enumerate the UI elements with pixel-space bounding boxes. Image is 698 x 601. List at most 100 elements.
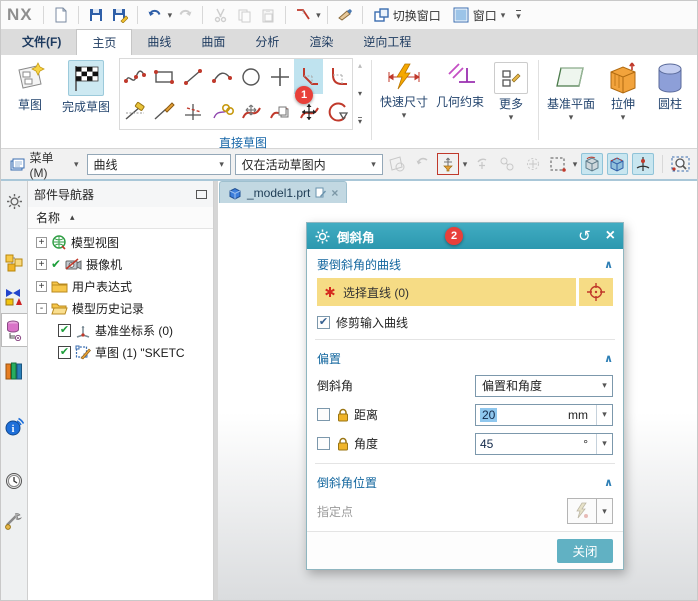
make-corner-tool[interactable] [207, 94, 236, 129]
new-file-button[interactable] [50, 4, 72, 26]
cut-button[interactable] [209, 4, 231, 26]
select-line-field[interactable]: 选择直线 (0) [317, 278, 576, 306]
trim-input-checkbox[interactable]: ✔ [317, 315, 330, 329]
graphics-canvas[interactable]: _model1.prt × 倒斜角 2 ↺ × 要倒斜角的曲线 ∧ 选择直线 (… [218, 181, 697, 600]
tab-file[interactable]: 文件(F) [7, 30, 76, 55]
tree-item-datum-csys[interactable]: ✔ 基准坐标系 (0) [28, 319, 213, 341]
dialog-close-icon-button[interactable]: × [606, 228, 615, 244]
tab-render[interactable]: 渲染 [294, 30, 348, 55]
tree-item-user-expressions[interactable]: + 用户表达式 [28, 275, 213, 297]
quick-trim-tool[interactable] [178, 94, 207, 129]
angle-checkbox[interactable] [317, 437, 330, 450]
chamfer-mode-select[interactable]: 偏置和角度 ▾ [475, 374, 613, 397]
save-as-button[interactable] [109, 4, 131, 26]
rectangle-tool[interactable] [149, 59, 178, 94]
switch-window-button[interactable]: 切换窗口 [369, 4, 446, 26]
tree-item-sketch[interactable]: ✔ 草图 (1) "SKETC [28, 341, 213, 363]
chamfer-quick-dropdown[interactable]: ▾ [316, 10, 321, 20]
gallery-expand-icon[interactable]: ▾ [357, 117, 362, 126]
move-curve-tool[interactable] [236, 94, 265, 129]
datum-plane-button[interactable]: 基准平面 ▾ [543, 58, 599, 122]
selection-filter-button[interactable] [437, 153, 459, 175]
selection-filter-dropdown[interactable]: ▾ [463, 159, 468, 169]
sketch-button[interactable]: 草图 [5, 58, 55, 113]
geometric-constraints-button[interactable]: 几何约束 [432, 58, 488, 110]
part-navigator-button[interactable] [1, 313, 27, 347]
distance-input[interactable]: 20 mm ▾ [475, 403, 613, 426]
profile-tool[interactable] [120, 59, 149, 94]
gallery-scroll[interactable]: ▴ ▾ ▾ [353, 58, 367, 130]
quick-dimension-dropdown[interactable]: ▾ [402, 111, 407, 120]
finish-sketch-button[interactable]: 完成草图 [55, 58, 117, 115]
snap-point-button[interactable] [497, 153, 518, 175]
more-dropdown[interactable]: ▾ [509, 113, 514, 122]
expand-icon[interactable]: + [36, 236, 47, 248]
section-chamfer-position[interactable]: 倒斜角位置 ∧ [317, 469, 613, 495]
shaded-view-button[interactable] [581, 153, 603, 175]
undo-button[interactable] [144, 4, 166, 26]
fillet-tool[interactable] [323, 59, 352, 94]
more-button[interactable]: 更多 ▾ [488, 58, 534, 122]
enable-snap-button[interactable] [522, 153, 543, 175]
collapse-chevron-icon[interactable]: ∧ [604, 352, 613, 365]
extend-tool[interactable] [149, 94, 178, 129]
collapse-chevron-icon[interactable]: ∧ [604, 476, 613, 489]
circle-tool[interactable] [236, 59, 265, 94]
point-dialog-button[interactable] [579, 278, 613, 306]
redo-button[interactable] [174, 4, 196, 26]
dialog-title-bar[interactable]: 倒斜角 2 ↺ × [307, 223, 623, 249]
scope-filter-combo[interactable]: 仅在活动草图内 ▾ [234, 153, 383, 175]
rotate-selection-button[interactable] [471, 153, 492, 175]
internet-explorer-button[interactable]: i [1, 413, 27, 441]
constraint-navigator-button[interactable] [1, 283, 27, 311]
collapse-chevron-icon[interactable]: ∧ [604, 258, 613, 271]
reuse-library-button[interactable] [1, 357, 27, 385]
format-painter-button[interactable] [334, 4, 356, 26]
extrude-button[interactable]: 拉伸 ▾ [599, 58, 647, 122]
section-curves-to-chamfer[interactable]: 要倒斜角的曲线 ∧ [317, 251, 613, 277]
history-button[interactable] [1, 467, 27, 495]
roles-gear-button[interactable] [1, 187, 27, 215]
orient-view-button[interactable] [632, 153, 654, 175]
angle-input[interactable]: 45 ° ▾ [475, 432, 613, 455]
line-tool[interactable] [178, 59, 207, 94]
navigator-column-header[interactable]: 名称 ▴ [28, 207, 213, 229]
copy-button[interactable] [233, 4, 255, 26]
expand-icon[interactable]: + [36, 280, 47, 292]
tab-curve[interactable]: 曲线 [132, 30, 186, 55]
section-offset[interactable]: 偏置 ∧ [317, 345, 613, 371]
tab-analysis[interactable]: 分析 [240, 30, 294, 55]
distance-checkbox[interactable] [317, 408, 330, 421]
close-button[interactable]: 关闭 [557, 538, 613, 563]
type-filter-combo[interactable]: 曲线 ▾ [86, 153, 231, 175]
cylinder-button[interactable]: 圆柱 [647, 58, 693, 112]
point-tool[interactable] [265, 59, 294, 94]
tab-surface[interactable]: 曲面 [186, 30, 240, 55]
chamfer-tool[interactable]: 1 [294, 59, 323, 104]
extrude-dropdown[interactable]: ▾ [621, 113, 626, 122]
checkbox-checked[interactable]: ✔ [58, 345, 71, 359]
document-tab[interactable]: _model1.prt × [219, 181, 348, 203]
specify-point-button[interactable] [567, 498, 597, 524]
chamfer-quick-button[interactable] [292, 4, 314, 26]
menu-button[interactable]: 菜单(M) ▾ [6, 149, 83, 180]
rectangle-select-dropdown[interactable]: ▾ [573, 159, 578, 169]
collapse-icon[interactable]: - [36, 302, 47, 314]
undo-dropdown[interactable]: ▾ [168, 10, 173, 20]
previous-selection-button[interactable] [412, 153, 433, 175]
dialog-reset-button[interactable]: ↺ [578, 229, 591, 244]
gallery-down-icon[interactable]: ▾ [358, 89, 362, 98]
customize-qat-button[interactable]: ▾ [516, 9, 521, 21]
resize-fillet-tool[interactable] [323, 94, 352, 129]
tab-close-icon[interactable]: × [331, 186, 338, 200]
wireframe-view-button[interactable] [606, 153, 629, 175]
tab-reverse-engineering[interactable]: 逆向工程 [348, 30, 426, 55]
trim-input-curves-row[interactable]: ✔ 修剪输入曲线 [317, 310, 613, 334]
zoom-region-button[interactable] [671, 153, 692, 175]
expand-icon[interactable]: + [36, 258, 47, 270]
tree-item-model-history[interactable]: - 模型历史记录 [28, 297, 213, 319]
distance-unit-dropdown[interactable]: ▾ [596, 404, 612, 425]
tree-item-cameras[interactable]: + ✔ 摄像机 [28, 253, 213, 275]
tree-item-model-views[interactable]: + 模型视图 [28, 231, 213, 253]
specify-point-dropdown[interactable]: ▾ [597, 498, 613, 524]
